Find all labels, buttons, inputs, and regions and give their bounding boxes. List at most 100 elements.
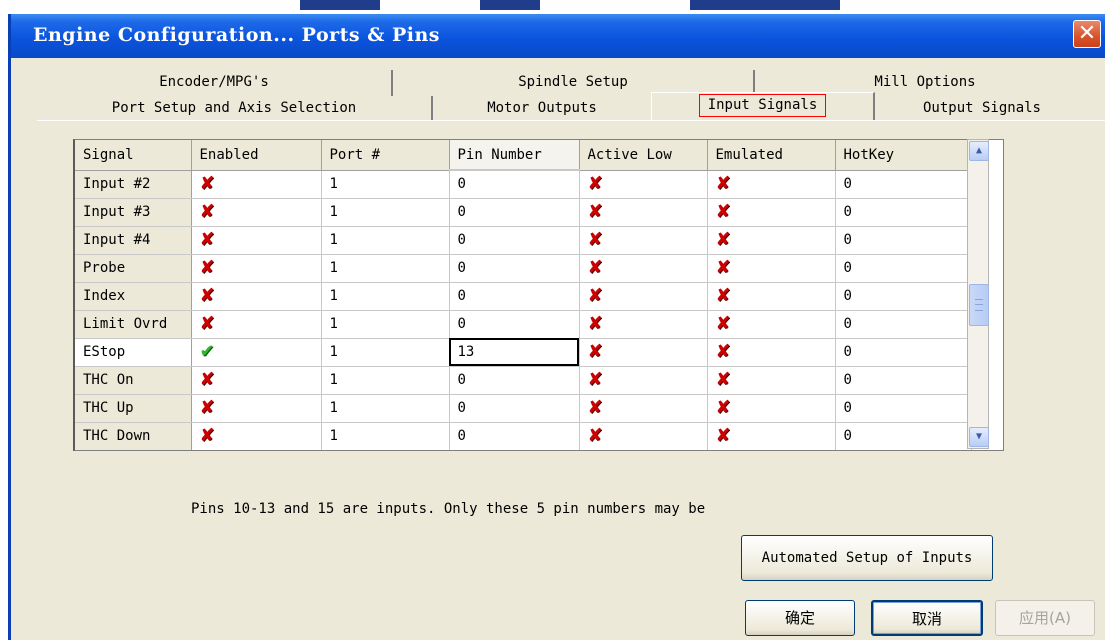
pin-number-cell[interactable]: 13 (449, 338, 580, 367)
port-cell[interactable]: 1 (321, 254, 450, 283)
table-row[interactable]: EStop ✔ 1 13 ✘ ✘ 0 (75, 338, 972, 367)
port-cell[interactable]: 1 (321, 198, 450, 227)
table-row[interactable]: Index ✘ 1 0 ✘ ✘ 0 (75, 282, 972, 311)
port-cell[interactable]: 1 (321, 170, 450, 199)
table-row[interactable]: THC On ✘ 1 0 ✘ ✘ 0 (75, 366, 972, 395)
emulated-cell[interactable]: ✘ (707, 338, 836, 367)
tab-motor-outputs[interactable]: Motor Outputs (433, 96, 651, 122)
pin-number-cell[interactable]: 0 (449, 450, 579, 451)
pin-number-cell[interactable]: 0 (449, 198, 580, 227)
table-row[interactable]: Limit Ovrd ✘ 1 0 ✘ ✘ 0 (75, 310, 972, 339)
table-row[interactable]: THC Up ✘ 1 0 ✘ ✘ 0 (75, 394, 972, 423)
hotkey-cell[interactable]: 0 (835, 170, 972, 199)
col-header-enabled[interactable]: Enabled (191, 140, 322, 171)
active-low-cell[interactable]: ✘ (579, 450, 707, 451)
hotkey-cell[interactable]: 0 (835, 310, 972, 339)
hotkey-cell[interactable]: 0 (835, 450, 971, 451)
active-low-cell[interactable]: ✘ (579, 198, 708, 227)
enabled-cell[interactable]: ✘ (191, 394, 322, 423)
col-header-pin-number[interactable]: Pin Number (449, 140, 580, 171)
emulated-cell[interactable]: ✘ (707, 198, 836, 227)
hotkey-cell[interactable]: 0 (835, 254, 972, 283)
port-cell[interactable]: 1 (321, 310, 450, 339)
hotkey-cell[interactable]: 0 (835, 226, 972, 255)
active-low-cell[interactable]: ✘ (579, 394, 708, 423)
signal-cell[interactable]: OEM Trig #1 (75, 450, 191, 451)
col-header-emulated[interactable]: Emulated (707, 140, 836, 171)
pin-number-cell[interactable]: 0 (449, 254, 580, 283)
tab-output-signals[interactable]: Output Signals (877, 96, 1087, 122)
hotkey-cell[interactable]: 0 (835, 282, 972, 311)
emulated-cell[interactable]: ✘ (707, 226, 836, 255)
enabled-cell[interactable]: ✘ (191, 282, 322, 311)
enabled-cell[interactable]: ✘ (191, 170, 322, 199)
enabled-cell[interactable]: ✘ (191, 366, 322, 395)
hotkey-cell[interactable]: 0 (835, 366, 972, 395)
signal-cell[interactable]: Limit Ovrd (75, 310, 192, 339)
signal-cell[interactable]: Probe (75, 254, 192, 283)
pin-number-cell[interactable]: 0 (449, 310, 580, 339)
signal-cell[interactable]: Index (75, 282, 192, 311)
signal-cell[interactable]: Input #3 (75, 198, 192, 227)
pin-number-cell[interactable]: 0 (449, 422, 580, 450)
enabled-cell[interactable]: ✘ (191, 422, 322, 450)
col-header-port[interactable]: Port # (321, 140, 450, 171)
emulated-cell[interactable]: ✘ (707, 282, 836, 311)
port-cell[interactable]: 1 (321, 226, 450, 255)
port-cell[interactable]: 1 (321, 282, 450, 311)
title-bar[interactable]: Engine Configuration... Ports & Pins ✕ (11, 14, 1105, 58)
col-header-active-low[interactable]: Active Low (579, 140, 708, 171)
hotkey-cell[interactable]: 0 (835, 422, 972, 450)
table-row[interactable]: OEM Trig #1✘10✘✘0 (75, 450, 971, 451)
pin-number-cell[interactable]: 0 (449, 170, 580, 199)
pin-number-cell[interactable]: 0 (449, 226, 580, 255)
emulated-cell[interactable]: ✘ (707, 422, 836, 450)
cancel-button[interactable]: 取消 (871, 600, 983, 636)
signal-cell[interactable]: Input #2 (75, 170, 192, 199)
close-button[interactable]: ✕ (1073, 20, 1101, 48)
active-low-cell[interactable]: ✘ (579, 310, 708, 339)
table-row[interactable]: Input #3 ✘ 1 0 ✘ ✘ 0 (75, 198, 972, 227)
enabled-cell[interactable]: ✔ (191, 338, 322, 367)
hotkey-cell[interactable]: 0 (835, 198, 972, 227)
signal-cell[interactable]: EStop (75, 338, 192, 367)
active-low-cell[interactable]: ✘ (579, 366, 708, 395)
col-header-hotkey[interactable]: HotKey (835, 140, 972, 171)
pin-number-cell[interactable]: 0 (449, 366, 580, 395)
emulated-cell[interactable]: ✘ (707, 450, 835, 451)
tab-encoder-mpgs[interactable]: Encoder/MPG's (37, 70, 393, 96)
emulated-cell[interactable]: ✘ (707, 366, 836, 395)
col-header-signal[interactable]: Signal (75, 140, 192, 171)
enabled-cell[interactable]: ✘ (191, 310, 322, 339)
grid-scrollbar[interactable]: ▲ ▼ (967, 139, 989, 449)
port-cell[interactable]: 1 (321, 422, 450, 450)
port-cell[interactable]: 1 (321, 394, 450, 423)
active-low-cell[interactable]: ✘ (579, 226, 708, 255)
emulated-cell[interactable]: ✘ (707, 170, 836, 199)
port-cell[interactable]: 1 (321, 450, 449, 451)
signal-cell[interactable]: THC Up (75, 394, 192, 423)
scroll-up-button[interactable]: ▲ (969, 141, 989, 161)
tab-input-signals[interactable]: Input Signals (651, 92, 875, 122)
active-low-cell[interactable]: ✘ (579, 422, 708, 450)
active-low-cell[interactable]: ✘ (579, 170, 708, 199)
table-row[interactable]: Probe ✘ 1 0 ✘ ✘ 0 (75, 254, 972, 283)
hotkey-cell[interactable]: 0 (835, 338, 972, 367)
port-cell[interactable]: 1 (321, 366, 450, 395)
emulated-cell[interactable]: ✘ (707, 254, 836, 283)
hotkey-cell[interactable]: 0 (835, 394, 972, 423)
emulated-cell[interactable]: ✘ (707, 310, 836, 339)
automated-setup-button[interactable]: Automated Setup of Inputs (741, 535, 993, 581)
table-row[interactable]: Input #4 ✘ 1 0 ✘ ✘ 0 (75, 226, 972, 255)
active-low-cell[interactable]: ✘ (579, 254, 708, 283)
enabled-cell[interactable]: ✘ (191, 450, 321, 451)
scrollbar-thumb[interactable] (969, 284, 989, 327)
signal-cell[interactable]: THC On (75, 366, 192, 395)
signal-cell[interactable]: Input #4 (75, 226, 192, 255)
emulated-cell[interactable]: ✘ (707, 394, 836, 423)
scroll-down-button[interactable]: ▼ (969, 427, 989, 447)
table-row[interactable]: THC Down ✘ 1 0 ✘ ✘ 0 (75, 422, 972, 450)
enabled-cell[interactable]: ✘ (191, 254, 322, 283)
tab-port-setup[interactable]: Port Setup and Axis Selection (37, 96, 433, 122)
signal-cell[interactable]: THC Down (75, 422, 192, 450)
